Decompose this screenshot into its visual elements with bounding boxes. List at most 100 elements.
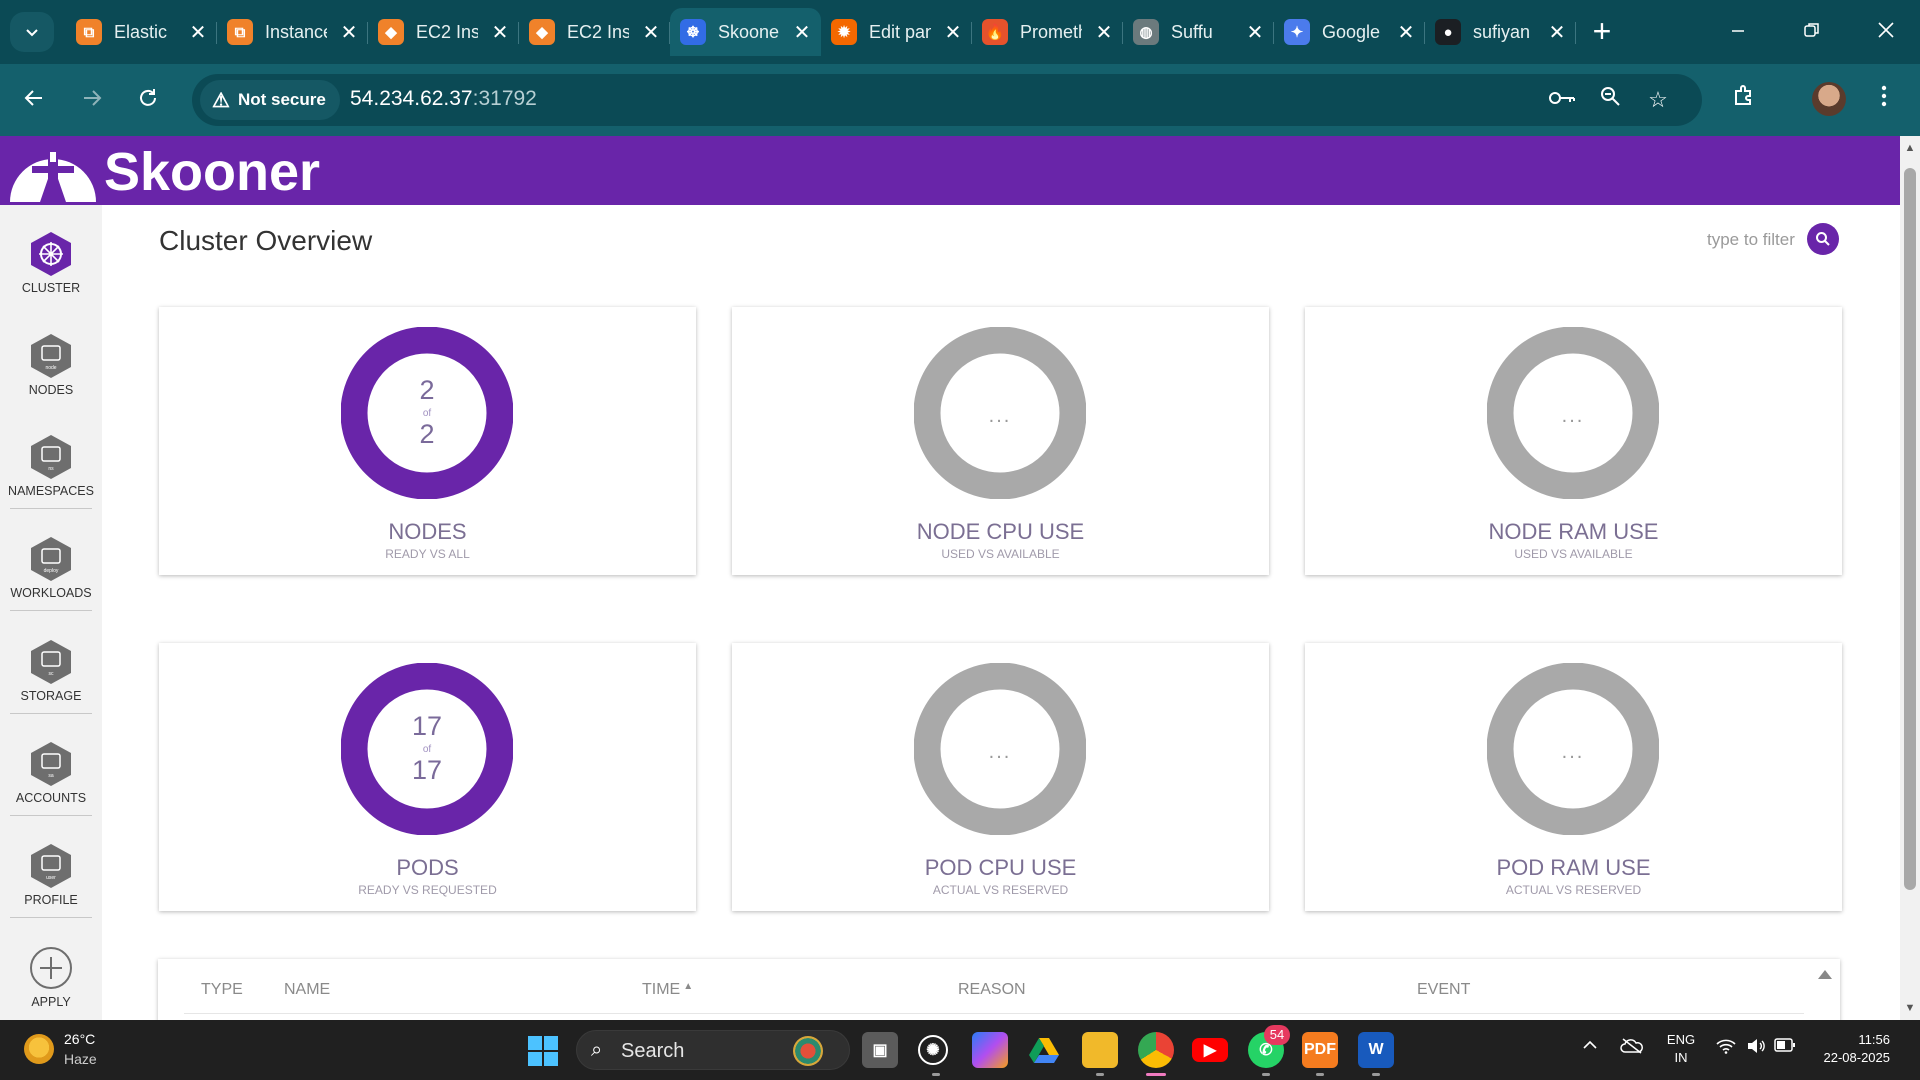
onedrive-offline-icon[interactable] [1620,1038,1644,1059]
scroll-down-icon[interactable]: ▼ [1904,1002,1916,1014]
copilot-icon[interactable] [972,1032,1008,1068]
tab-title: Prometheus [1020,21,1082,42]
password-key-icon[interactable] [1542,80,1582,120]
browser-tab[interactable]: ◆ EC2 Instance ✕ [519,8,670,56]
sidebar-item-cluster[interactable]: CLUSTER [0,205,102,305]
url-text[interactable]: 54.234.62.37:31792 [350,87,537,111]
restore-button[interactable] [1782,10,1842,54]
skooner-logo-icon[interactable] [10,142,96,202]
column-header-event[interactable]: EVENT [1417,981,1470,999]
profile-avatar[interactable] [1812,82,1846,116]
main-content: Cluster Overview type to filter 2 of 2 NODE… [102,205,1900,1020]
browser-tab[interactable]: ✹ Edit panel ✕ [821,8,972,56]
filter-search-button[interactable] [1807,223,1839,255]
system-clock[interactable]: 11:56 22-08-2025 [1810,1031,1891,1067]
tab-close-icon[interactable]: ✕ [943,20,963,45]
tab-close-icon[interactable]: ✕ [490,20,510,45]
sidebar-item-storage[interactable]: sc STORAGE [0,613,102,713]
chatgpt-icon[interactable]: ✺ [918,1035,948,1065]
tab-favicon-icon: ⧉ [227,19,253,45]
minimize-button[interactable] [1708,10,1768,54]
browser-tab[interactable]: 🔥 Prometheus ✕ [972,8,1123,56]
security-chip[interactable]: ⚠ Not secure [200,80,340,120]
sidebar-item-workloads[interactable]: deploy WORKLOADS [0,510,102,610]
browser-tab[interactable]: ☸ Skooner ✕ [670,8,821,56]
language-indicator[interactable]: ENG IN [1664,1031,1698,1067]
sidebar: CLUSTER node NODES ns NAMESPACES deploy WORKLO… [0,205,102,1020]
tab-close-icon[interactable]: ✕ [339,20,359,45]
sidebar-item-label: WORKLOADS [10,586,92,600]
sidebar-item-nodes[interactable]: node NODES [0,307,102,407]
chrome-icon[interactable] [1138,1032,1174,1068]
scroll-up-icon[interactable]: ▲ [1904,142,1916,154]
tab-favicon-icon: ⧉ [76,19,102,45]
address-bar[interactable]: ⚠ Not secure 54.234.62.37:31792 ☆ [192,74,1702,126]
column-header-name[interactable]: NAME [284,981,330,999]
sidebar-item-accounts[interactable]: sa ACCOUNTS [0,715,102,815]
browser-tab[interactable]: ⧉ Instances ✕ [217,8,368,56]
tab-list: ⧉ Elastic ✕ ⧉ Instances ✕ ◆ EC2 Instance ✕ ◆ EC2 I… [66,8,1576,56]
pdf-app-icon[interactable]: PDF [1302,1032,1338,1068]
tab-favicon-icon: ✦ [1284,19,1310,45]
tab-close-icon[interactable]: ✕ [188,20,208,45]
task-view-icon[interactable]: ▣ [862,1032,898,1068]
nav-icon-sublabel: user [46,875,56,881]
arrow-right-icon [84,90,102,106]
reload-button[interactable] [126,78,170,122]
tab-close-icon[interactable]: ✕ [792,20,812,45]
page-scrollbar[interactable]: ▲ ▼ [1900,136,1920,1020]
wifi-icon[interactable] [1716,1038,1736,1059]
weather-condition[interactable]: Haze [64,1051,97,1067]
tab-favicon-icon: ◍ [1133,19,1159,45]
zoom-icon[interactable] [1590,80,1630,120]
tab-close-icon[interactable]: ✕ [1547,20,1567,45]
browser-tab[interactable]: ◆ EC2 Instance ✕ [368,8,519,56]
sidebar-item-label: ACCOUNTS [15,791,87,805]
tab-search-button[interactable] [10,12,54,52]
sidebar-item-label: APPLY [31,995,71,1009]
table-scroll-up-icon[interactable] [1816,967,1834,981]
forward-button[interactable] [70,78,114,122]
weather-sun-icon[interactable] [24,1034,54,1064]
donut-of-label: of [422,744,432,755]
url-host: 54.234.62.37 [350,87,473,110]
card-title: PODS [396,855,459,880]
taskbar-search[interactable]: ⌕ Search [576,1030,850,1070]
bookmark-star-icon[interactable]: ☆ [1638,80,1678,120]
tab-title: Google [1322,21,1381,42]
youtube-icon[interactable]: ▶ [1192,1038,1228,1062]
google-drive-icon[interactable] [1026,1032,1062,1068]
column-header-type[interactable]: TYPE [201,981,243,999]
sidebar-item-profile[interactable]: user PROFILE [0,817,102,917]
tray-chevron-icon[interactable] [1582,1038,1598,1056]
column-header-time[interactable]: TIME ▲ [642,981,693,999]
file-explorer-icon[interactable] [1082,1032,1118,1068]
sidebar-item-namespaces[interactable]: ns NAMESPACES [0,408,102,508]
volume-icon[interactable] [1746,1038,1766,1059]
filter-input[interactable]: type to filter [1707,230,1795,250]
browser-tab[interactable]: ✦ Google ✕ [1274,8,1425,56]
browser-tab[interactable]: ● sufiyan ✕ [1425,8,1576,56]
tab-close-icon[interactable]: ✕ [1245,20,1265,45]
battery-icon[interactable] [1774,1038,1796,1057]
browser-tab[interactable]: ⧉ Elastic ✕ [66,8,217,56]
extensions-icon[interactable] [1722,78,1766,122]
close-window-button[interactable] [1856,10,1916,54]
column-header-reason[interactable]: REASON [958,981,1026,999]
more-menu-icon[interactable] [1862,78,1906,122]
weather-temp[interactable]: 26°C [64,1031,95,1047]
new-tab-button[interactable]: + [1582,12,1622,52]
back-button[interactable] [12,78,56,122]
tab-close-icon[interactable]: ✕ [1094,20,1114,45]
sidebar-item-apply[interactable]: APPLY [0,919,102,1019]
word-icon[interactable]: W [1358,1032,1394,1068]
donut-of-label: of [422,408,432,419]
os-taskbar: 26°C Haze ⌕ Search ▣ ✺ ▶ ✆ 54 PDF W ENG I… [0,1020,1920,1080]
scrollbar-thumb[interactable] [1904,168,1916,890]
tab-close-icon[interactable]: ✕ [1396,20,1416,45]
windows-start-icon[interactable] [528,1036,558,1066]
donut-loading-text: ... [988,741,1012,763]
tab-close-icon[interactable]: ✕ [641,20,661,45]
url-port: :31792 [472,87,537,110]
browser-tab[interactable]: ◍ Suffu ✕ [1123,8,1274,56]
